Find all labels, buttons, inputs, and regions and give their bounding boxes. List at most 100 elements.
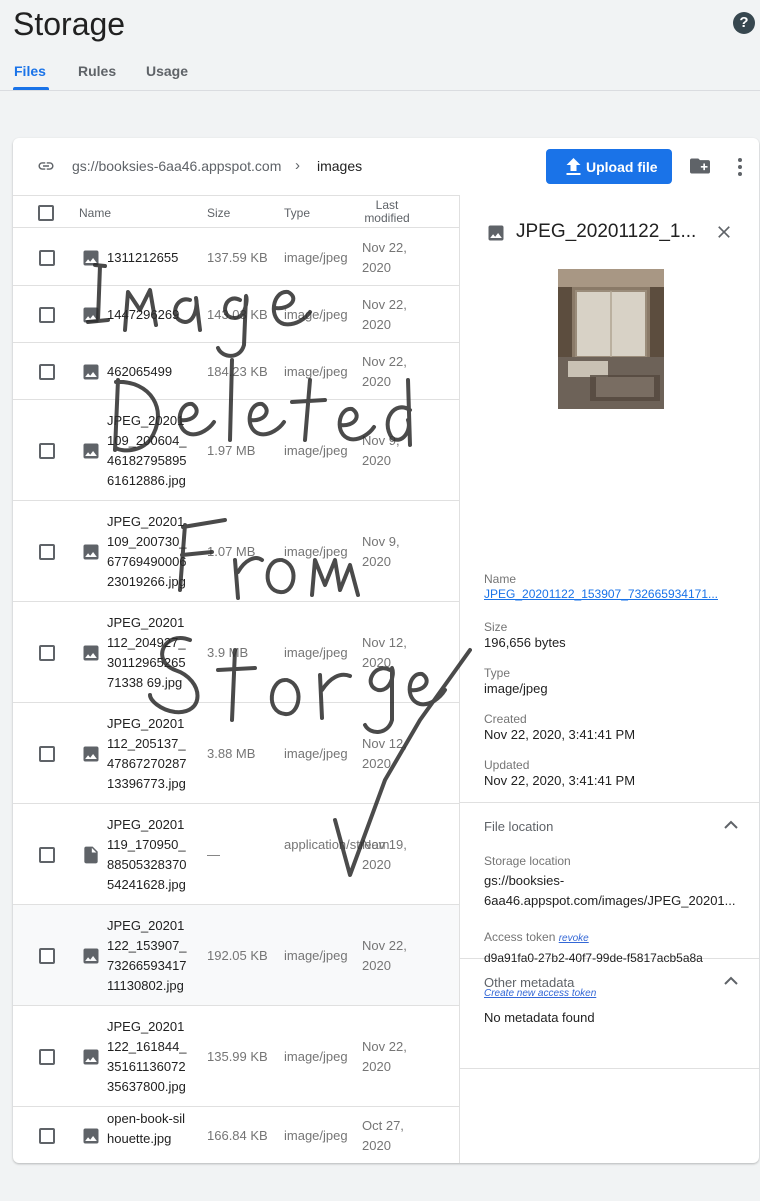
row-checkbox[interactable] — [39, 363, 55, 380]
chevron-up-icon[interactable] — [724, 976, 738, 986]
file-size: 137.59 KB — [207, 249, 268, 265]
file-name[interactable]: JPEG_20201119_170950_8850532837054241628… — [107, 815, 187, 895]
link-icon[interactable] — [35, 157, 57, 175]
storage-location-line1: gs://booksies- — [484, 873, 565, 888]
image-icon — [83, 645, 99, 660]
file-size: 1.97 MB — [207, 442, 256, 458]
tab-files[interactable]: Files — [14, 63, 46, 79]
other-metadata-value: No metadata found — [484, 1010, 595, 1025]
file-size: 143.03 KB — [207, 306, 268, 322]
file-size: 192.05 KB — [207, 947, 268, 963]
more-vert-icon[interactable] — [734, 157, 746, 177]
file-name[interactable]: JPEG_20201112_204927_3011296526571338 69… — [107, 613, 187, 693]
row-checkbox[interactable] — [39, 947, 55, 964]
row-checkbox[interactable] — [39, 745, 55, 762]
file-name[interactable]: 1311212655 — [107, 248, 187, 268]
file-modified: Oct 27, 2020 — [362, 1117, 404, 1153]
file-modified: Nov 9, 2020 — [362, 432, 400, 468]
file-modified: Nov 12, 2020 — [362, 735, 407, 771]
tab-bar: Files Rules Usage — [0, 58, 760, 91]
storage-location-label: Storage location — [484, 854, 571, 868]
tab-rules[interactable]: Rules — [78, 63, 116, 79]
file-modified: Nov 22, 2020 — [362, 353, 407, 389]
file-name[interactable]: 462065499 — [107, 362, 187, 382]
file-icon — [84, 846, 98, 863]
table-row[interactable]: JPEG_20201112_205137_4786727028713396773… — [13, 703, 459, 804]
file-name[interactable]: JPEG_20201109_200730_6776949000623019266… — [107, 512, 187, 592]
file-modified: Nov 19, 2020 — [362, 836, 407, 872]
file-modified: Nov 22, 2020 — [362, 1038, 407, 1074]
breadcrumb-chevron-icon: › — [295, 157, 300, 174]
image-icon — [83, 443, 99, 458]
table-row[interactable]: JPEG_20201122_153907_7326659341711130802… — [13, 905, 459, 1006]
file-type: image/jpeg — [284, 947, 348, 963]
table-row[interactable]: open-book-silhouette.jpg 166.84 KB image/j… — [13, 1107, 459, 1163]
file-size: 184.23 KB — [207, 363, 268, 379]
file-size: 135.99 KB — [207, 1048, 268, 1064]
row-checkbox[interactable] — [39, 249, 55, 266]
table-row[interactable]: JPEG_20201109_200730_6776949000623019266… — [13, 501, 459, 602]
file-name[interactable]: JPEG_20201122_153907_7326659341711130802… — [107, 916, 187, 996]
row-checkbox[interactable] — [39, 644, 55, 661]
file-type: image/jpeg — [284, 1048, 348, 1064]
other-metadata-title[interactable]: Other metadata — [484, 975, 574, 990]
file-name[interactable]: JPEG_20201109_200604_4618279589561612886… — [107, 411, 187, 491]
row-checkbox[interactable] — [39, 1127, 55, 1144]
table-row[interactable]: JPEG_20201112_204927_3011296526571338 69… — [13, 602, 459, 703]
close-icon[interactable] — [714, 222, 734, 242]
chevron-up-icon[interactable] — [724, 820, 738, 830]
row-checkbox[interactable] — [39, 846, 55, 863]
file-type: image/jpeg — [284, 363, 348, 379]
file-name[interactable]: JPEG_20201122_161844_3516113607235637800… — [107, 1017, 187, 1097]
image-icon — [83, 1049, 99, 1064]
image-icon — [83, 1128, 99, 1143]
select-all-checkbox[interactable] — [38, 205, 54, 221]
row-checkbox[interactable] — [39, 543, 55, 560]
name-label: Name — [484, 572, 517, 586]
file-type: application/stream — [284, 836, 390, 852]
file-type: image/jpeg — [284, 745, 348, 761]
file-modified: Nov 22, 2020 — [362, 937, 407, 973]
table-row[interactable]: JPEG_20201119_170950_8850532837054241628… — [13, 804, 459, 905]
column-size-header[interactable]: Size — [207, 206, 230, 220]
type-value: image/jpeg — [484, 681, 548, 696]
column-modified-header[interactable]: Last modified — [362, 199, 412, 225]
created-label: Created — [484, 712, 527, 726]
created-value: Nov 22, 2020, 3:41:41 PM — [484, 727, 636, 742]
file-table: Name Size Type Last modified 1311212655 1… — [13, 195, 460, 1163]
file-name[interactable]: open-book-silhouette.jpg — [107, 1109, 187, 1149]
table-row[interactable]: JPEG_20201122_161844_3516113607235637800… — [13, 1006, 459, 1107]
file-name[interactable]: 1447296269 — [107, 305, 187, 325]
file-modified: Nov 9, 2020 — [362, 533, 400, 569]
image-icon — [83, 948, 99, 963]
file-location-section-title[interactable]: File location — [484, 819, 553, 834]
row-checkbox[interactable] — [39, 1048, 55, 1065]
tab-usage[interactable]: Usage — [146, 63, 188, 79]
table-row[interactable]: 1447296269 143.03 KB image/jpeg Nov 22, 202… — [13, 286, 459, 343]
file-size: 3.9 MB — [207, 644, 249, 660]
other-metadata-section: Other metadata No metadata found — [460, 959, 759, 1069]
table-row[interactable]: JPEG_20201109_200604_4618279589561612886… — [13, 400, 459, 501]
file-type: image/jpeg — [284, 644, 348, 660]
file-name-link[interactable]: JPEG_20201122_153907_732665934171... — [484, 587, 736, 601]
row-checkbox[interactable] — [39, 306, 55, 323]
column-name-header[interactable]: Name — [79, 206, 111, 220]
new-folder-icon[interactable] — [690, 157, 710, 175]
image-icon — [488, 225, 504, 241]
storage-location-line2: 6aa46.appspot.com/images/JPEG_20201... — [484, 893, 736, 908]
upload-file-button[interactable]: Upload file — [546, 149, 672, 184]
file-type: image/jpeg — [284, 543, 348, 559]
help-icon[interactable]: ? — [733, 12, 755, 34]
storage-browser-card: gs://booksies-6aa46.appspot.com › images… — [13, 138, 759, 1163]
row-checkbox[interactable] — [39, 442, 55, 459]
revoke-link[interactable]: revoke — [559, 933, 589, 944]
file-name[interactable]: JPEG_20201112_205137_4786727028713396773… — [107, 714, 187, 794]
page-header: Storage ? Files Rules Usage — [0, 0, 760, 138]
table-row[interactable]: 462065499 184.23 KB image/jpeg Nov 22, 2020 — [13, 343, 459, 400]
bucket-path[interactable]: gs://booksies-6aa46.appspot.com — [72, 158, 281, 174]
column-type-header[interactable]: Type — [284, 206, 310, 220]
file-type: image/jpeg — [284, 249, 348, 265]
image-icon — [83, 307, 99, 322]
file-toolbar: gs://booksies-6aa46.appspot.com › images… — [13, 138, 759, 195]
table-row[interactable]: 1311212655 137.59 KB image/jpeg Nov 22, 202… — [13, 229, 459, 286]
